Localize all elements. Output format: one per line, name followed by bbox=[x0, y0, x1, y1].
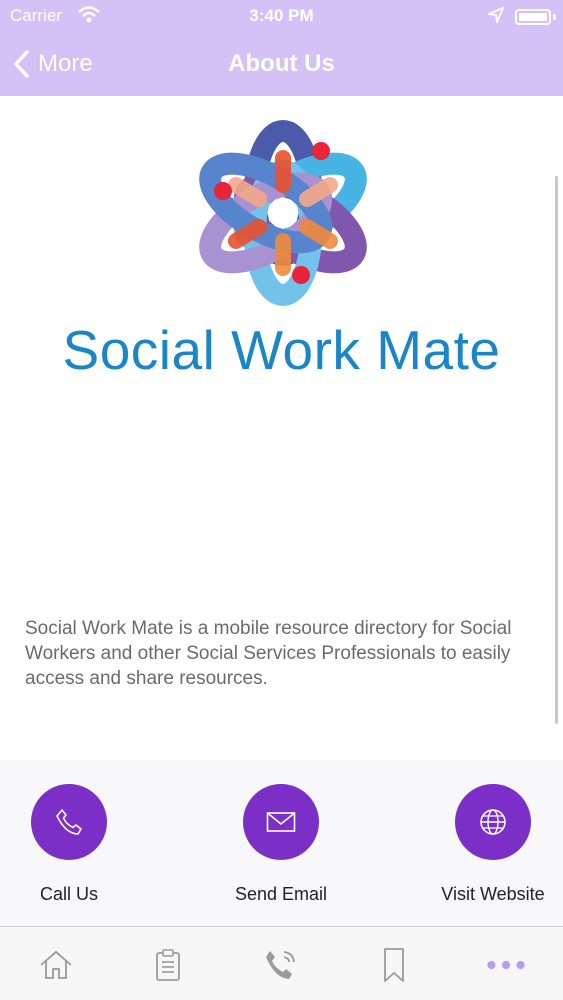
logo-icon bbox=[188, 118, 378, 308]
tab-bookmarks[interactable] bbox=[374, 945, 414, 985]
about-content[interactable]: Social Work Mate Social Work Mate is a m… bbox=[0, 96, 563, 760]
battery-icon bbox=[515, 9, 551, 25]
bookmark-icon bbox=[384, 948, 404, 982]
call-us-button[interactable]: Call Us bbox=[0, 784, 149, 905]
call-us-label: Call Us bbox=[39, 884, 98, 904]
send-email-button[interactable]: Send Email bbox=[201, 784, 361, 905]
home-icon bbox=[40, 950, 72, 979]
status-time: 3:40 PM bbox=[249, 6, 314, 25]
envelope-icon bbox=[243, 784, 319, 860]
phone-icon bbox=[31, 784, 107, 860]
tab-bar bbox=[0, 926, 563, 1000]
logo-text: Social Work Mate bbox=[62, 319, 501, 381]
clipboard-icon bbox=[156, 949, 180, 981]
phone-call-icon bbox=[266, 951, 295, 979]
status-bar: Carrier 3:40 PM bbox=[0, 0, 563, 32]
nav-bar: More About Us bbox=[0, 32, 563, 96]
visit-website-label: Visit Website bbox=[441, 884, 545, 904]
location-icon bbox=[485, 6, 505, 28]
header: Carrier 3:40 PM More About Us bbox=[0, 0, 563, 96]
tab-clipboard[interactable] bbox=[148, 945, 188, 985]
scroll-indicator[interactable] bbox=[555, 176, 558, 724]
globe-icon bbox=[455, 784, 531, 860]
tab-more[interactable] bbox=[486, 945, 526, 985]
page-title: About Us bbox=[228, 50, 335, 77]
more-icon bbox=[487, 960, 525, 970]
battery-tip bbox=[553, 14, 556, 20]
tab-home[interactable] bbox=[36, 945, 76, 985]
contact-actions: Call Us Send Email Visit Website bbox=[0, 760, 563, 926]
visit-website-button[interactable]: Visit Website bbox=[413, 784, 563, 905]
send-email-label: Send Email bbox=[234, 884, 328, 904]
tab-calls[interactable] bbox=[261, 945, 301, 985]
about-description: Social Work Mate is a mobile resource di… bbox=[25, 618, 512, 689]
